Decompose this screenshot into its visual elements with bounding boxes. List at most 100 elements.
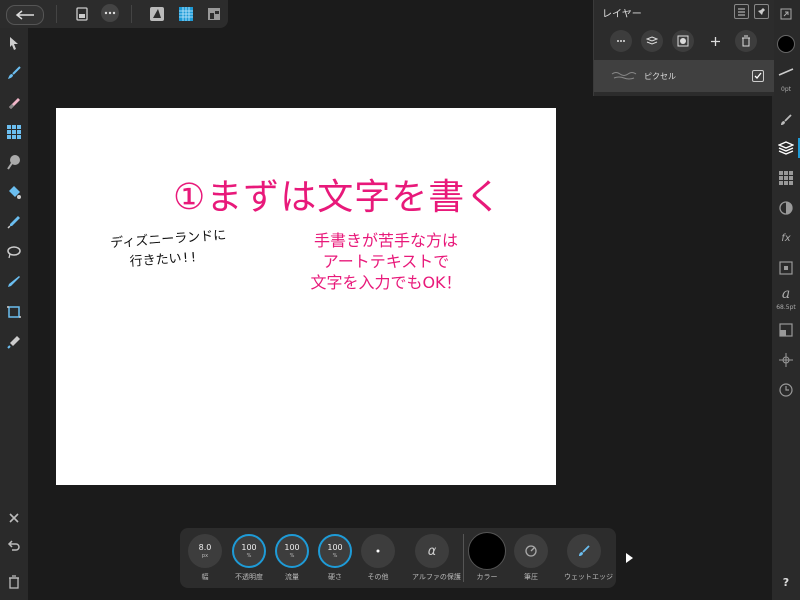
pen-tool[interactable] bbox=[4, 272, 24, 292]
layer-thumbnail bbox=[611, 72, 637, 80]
color-label: カラー bbox=[476, 573, 498, 581]
checkmark-icon bbox=[754, 72, 762, 79]
navigator-studio-button[interactable] bbox=[776, 320, 796, 340]
pressure-control[interactable]: 筆圧 bbox=[511, 534, 551, 582]
pressure-button[interactable] bbox=[514, 534, 548, 568]
stroke-width-icon bbox=[778, 68, 794, 76]
delete-button[interactable] bbox=[4, 572, 24, 592]
color-swatch-button[interactable] bbox=[468, 532, 506, 570]
layers-icon bbox=[778, 141, 794, 155]
toolbar-divider bbox=[56, 5, 57, 23]
hardness-label: 硬さ bbox=[328, 573, 342, 581]
pen-icon bbox=[8, 276, 20, 287]
save-document-button[interactable] bbox=[73, 4, 91, 24]
brush-size-label: 0pt bbox=[781, 86, 791, 93]
protect-alpha-control[interactable]: α アルファの保護 bbox=[412, 534, 461, 582]
protect-alpha-button[interactable]: α bbox=[415, 534, 449, 568]
add-mask-button[interactable] bbox=[672, 30, 694, 52]
brush-icon bbox=[781, 114, 792, 125]
cancel-button[interactable] bbox=[4, 508, 24, 528]
help-button[interactable]: ? bbox=[776, 572, 796, 592]
layer-options-button[interactable] bbox=[610, 30, 632, 52]
right-studio-toolbar: 0pt fx a 68.5pt ? bbox=[772, 28, 800, 600]
fx-icon: fx bbox=[781, 232, 791, 244]
snapping-icon bbox=[779, 353, 793, 367]
pressure-dial-icon bbox=[525, 545, 537, 557]
channels-studio-button[interactable] bbox=[776, 168, 796, 188]
history-clock-icon bbox=[779, 383, 793, 397]
move-tool[interactable] bbox=[4, 33, 24, 53]
add-layer-button[interactable] bbox=[704, 30, 726, 52]
undo-button[interactable] bbox=[4, 536, 24, 556]
flow-value: 100 bbox=[284, 543, 300, 552]
menu-lines-icon bbox=[738, 8, 745, 15]
pressure-label: 筆圧 bbox=[524, 573, 538, 581]
wet-edges-button[interactable] bbox=[567, 534, 601, 568]
lasso-tool[interactable] bbox=[4, 242, 24, 262]
opacity-control[interactable]: 100 % 不透明度 bbox=[229, 534, 269, 582]
character-studio-button[interactable]: a bbox=[776, 284, 796, 304]
erase-brush-tool[interactable] bbox=[4, 92, 24, 112]
flow-value-circle[interactable]: 100 % bbox=[275, 534, 309, 568]
layer-visibility-checkbox[interactable] bbox=[752, 70, 764, 82]
photo-persona-button[interactable] bbox=[148, 4, 166, 24]
delete-layer-button[interactable] bbox=[735, 30, 757, 52]
adjustments-studio-button[interactable] bbox=[776, 198, 796, 218]
layers-studio-button[interactable] bbox=[776, 138, 796, 158]
context-toolbar-expand-arrow-icon[interactable] bbox=[626, 553, 633, 563]
hardness-unit: % bbox=[332, 553, 338, 559]
document-canvas[interactable]: ①まずは文字を書く 手書きが苦手な方は アートテキストで 文字を入力でもOK！ … bbox=[56, 108, 556, 485]
color-control[interactable]: カラー bbox=[467, 532, 507, 582]
pointer-arrow-icon bbox=[10, 37, 18, 50]
lasso-icon bbox=[7, 246, 21, 259]
more-control[interactable]: その他 bbox=[358, 534, 398, 582]
context-divider bbox=[463, 534, 464, 582]
hardness-value: 100 bbox=[327, 543, 343, 552]
character-size-label: 68.5pt bbox=[776, 304, 796, 311]
width-control[interactable]: 8.0 px 幅 bbox=[185, 534, 225, 582]
navigator-icon bbox=[779, 323, 793, 337]
brush-size-button[interactable] bbox=[776, 62, 796, 82]
layers-panel-menu-button[interactable] bbox=[734, 4, 749, 19]
hardness-control[interactable]: 100 % 硬さ bbox=[315, 534, 355, 582]
history-studio-button[interactable] bbox=[776, 380, 796, 400]
crop-icon bbox=[7, 306, 21, 318]
wet-edges-control[interactable]: ウェットエッジ bbox=[564, 534, 613, 582]
layer-row[interactable]: ピクセル bbox=[594, 60, 774, 92]
ellipsis-icon bbox=[617, 40, 625, 42]
handwritten-text: ディズニーランドに 行きたい!! bbox=[110, 226, 232, 274]
opacity-label: 不透明度 bbox=[235, 573, 263, 581]
selection-brush-tool[interactable] bbox=[4, 122, 24, 142]
pixel-persona-button[interactable] bbox=[177, 4, 195, 24]
fill-tool[interactable] bbox=[4, 182, 24, 202]
color-picker-tool[interactable] bbox=[4, 212, 24, 232]
crop-tool[interactable] bbox=[4, 302, 24, 322]
grid-icon bbox=[779, 171, 793, 185]
width-value-circle[interactable]: 8.0 px bbox=[188, 534, 222, 568]
smudge-tool[interactable] bbox=[4, 152, 24, 172]
hardness-value-circle[interactable]: 100 % bbox=[318, 534, 352, 568]
photo-persona-icon bbox=[150, 7, 164, 21]
brushes-studio-button[interactable] bbox=[776, 110, 796, 130]
snapping-studio-button[interactable] bbox=[776, 350, 796, 370]
transform-studio-button[interactable] bbox=[776, 258, 796, 278]
more-button[interactable] bbox=[361, 534, 395, 568]
more-options-button[interactable] bbox=[101, 4, 119, 22]
mask-icon bbox=[677, 35, 689, 47]
alpha-icon: α bbox=[427, 543, 437, 559]
brush-icon bbox=[8, 66, 21, 79]
layers-panel: レイヤー ピクセル bbox=[593, 0, 774, 96]
export-persona-button[interactable] bbox=[205, 4, 223, 24]
subtext-line: 手書きが苦手な方は bbox=[313, 231, 458, 250]
paint-brush-tool[interactable] bbox=[4, 63, 24, 83]
flow-control[interactable]: 100 % 流量 bbox=[272, 534, 312, 582]
add-layer-group-button[interactable] bbox=[641, 30, 663, 52]
layers-panel-pin-button[interactable] bbox=[754, 4, 769, 19]
color-studio-button[interactable] bbox=[776, 34, 796, 54]
effects-studio-button[interactable]: fx bbox=[776, 228, 796, 248]
sample-color-tool[interactable] bbox=[4, 332, 24, 352]
subtext-line: アートテキストで bbox=[322, 252, 450, 271]
wet-edges-label: ウェットエッジ bbox=[564, 573, 613, 581]
back-button[interactable] bbox=[6, 5, 44, 25]
opacity-value-circle[interactable]: 100 % bbox=[232, 534, 266, 568]
